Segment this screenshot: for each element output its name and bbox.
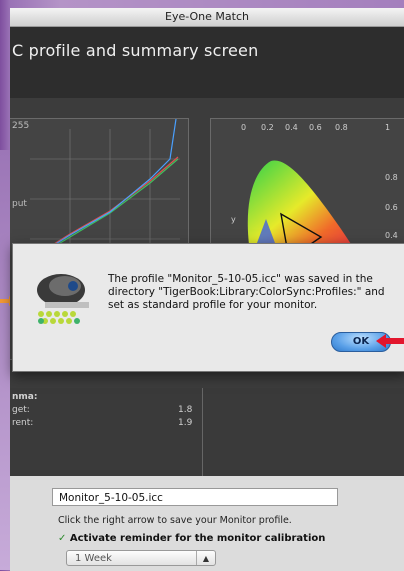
page-title: C profile and summary screen bbox=[12, 41, 259, 60]
reminder-interval-select[interactable]: 1 Week ▲▼ bbox=[66, 550, 216, 571]
alert-dialog: The profile "Monitor_5-10-05.icc" was sa… bbox=[12, 243, 404, 372]
window-title: Eye-One Match bbox=[10, 8, 404, 27]
stepper-arrows-icon: ▲▼ bbox=[196, 551, 215, 571]
gamma-label: nma: bbox=[12, 392, 38, 402]
gamma-current-label: rent: bbox=[12, 418, 34, 428]
reminder-interval-value: 1 Week bbox=[75, 553, 112, 564]
dialog-message: The profile "Monitor_5-10-05.icc" was sa… bbox=[108, 273, 385, 311]
gamma-target-value: 1.8 bbox=[178, 405, 193, 415]
checkmark-icon: ✓ bbox=[58, 533, 67, 544]
reminder-label: Activate reminder for the monitor calibr… bbox=[69, 533, 326, 544]
gamma-target-label: get: bbox=[12, 405, 30, 415]
gamma-current-value: 1.9 bbox=[178, 418, 193, 428]
reminder-checkbox[interactable]: ✓ Activate reminder for the monitor cali… bbox=[58, 533, 325, 544]
save-profile-section: Monitor_5-10-05.icc Click the right arro… bbox=[10, 476, 404, 571]
summary-stats: nma: get: 1.8 rent: 1.9 bbox=[10, 388, 404, 476]
header-banner: C profile and summary screen bbox=[10, 27, 404, 99]
profile-filename-field[interactable]: Monitor_5-10-05.icc bbox=[52, 488, 338, 506]
callout-arrow-ok bbox=[376, 334, 404, 348]
gamma-section: nma: get: 1.8 rent: 1.9 bbox=[10, 388, 203, 476]
eye-one-device-icon bbox=[37, 274, 89, 324]
save-instruction: Click the right arrow to save your Monit… bbox=[58, 515, 292, 526]
